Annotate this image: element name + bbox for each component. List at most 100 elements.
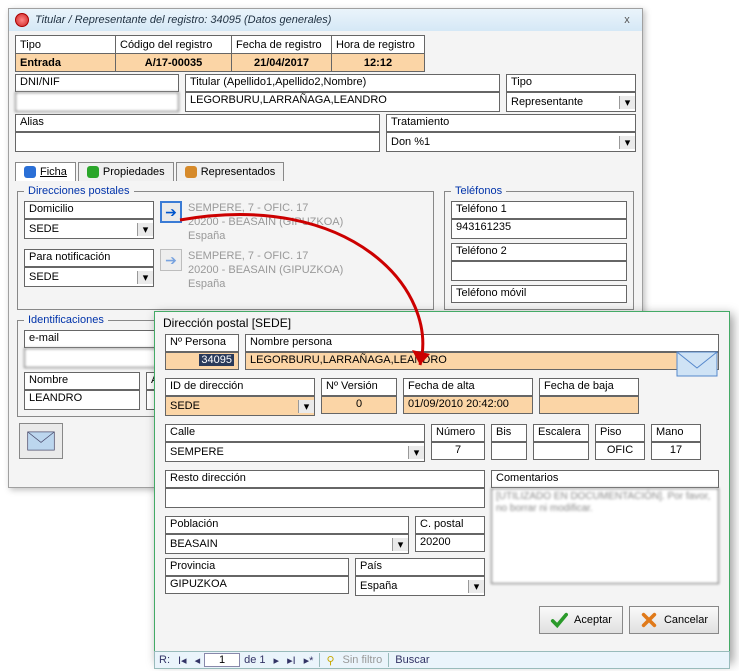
val-provincia[interactable]: GIPUZKOA [165,576,349,594]
tab-representados[interactable]: Representados [176,162,285,181]
val-escalera[interactable] [533,442,589,460]
check-icon [550,611,568,629]
hdr-numero: Número [431,424,485,442]
val-tel1[interactable]: 943161235 [451,219,627,239]
tab-propiedades[interactable]: Propiedades [78,162,174,181]
hdr-codigo: Código del registro [116,36,232,54]
val-tipo2: Representante [507,96,619,108]
chevron-down-icon: ▾ [408,446,424,459]
val-nombre[interactable]: LEANDRO [24,390,140,410]
val-comentarios[interactable]: [UTILIZADO EN DOCUMENTACIÓN]. Por favor,… [491,488,719,584]
chevron-down-icon[interactable]: ▾ [137,271,153,284]
dropdown-tratamiento[interactable]: Don %1 ▾ [386,132,636,152]
dropdown-calle[interactable]: SEMPERE▾ [165,442,425,462]
chevron-down-icon: ▾ [392,538,408,551]
hdr-cpostal: C. postal [415,516,485,534]
chevron-down-icon: ▾ [468,580,484,593]
nav-page-input[interactable] [204,653,240,667]
hdr-calle: Calle [165,424,425,442]
dropdown-pais[interactable]: España▾ [355,576,485,596]
val-mano[interactable]: 17 [651,442,701,460]
legend-direcciones: Direcciones postales [24,185,134,197]
mail-button[interactable] [19,423,63,459]
val-resto[interactable] [165,488,485,508]
val-tipo: Entrada [16,54,116,72]
hdr-npersona: Nº Persona [165,334,239,352]
hdr-email: e-mail [24,330,170,348]
tab-ficha[interactable]: Ficha [15,162,76,181]
hdr-movil: Teléfono móvil [451,285,627,303]
nav-new-icon[interactable]: ▸* [300,654,318,667]
dropdown-poblacion[interactable]: BEASAIN▾ [165,534,409,554]
val-npersona[interactable]: 34095 [165,352,239,370]
hdr-alias: Alias [15,114,380,132]
window-title: Titular / Representante del registro: 34… [35,14,618,26]
close-icon[interactable]: x [618,14,636,26]
val-tratamiento: Don %1 [387,136,619,148]
address-preview-2: SEMPERE, 7 - OFIC. 17 20200 - BEASAIN (G… [188,249,343,291]
hdr-falta: Fecha de alta [403,378,533,396]
val-codigo: A/17-00035 [116,54,232,72]
cancel-icon [640,611,658,629]
val-cpostal[interactable]: 20200 [415,534,485,552]
hdr-bis: Bis [491,424,527,442]
val-nombrepersona[interactable]: LEGORBURU,LARRAÑAGA,LEANDRO [245,352,719,370]
nav-last-icon[interactable]: ▸I [283,654,300,667]
dropdown-notificacion[interactable]: SEDE ▾ [24,267,154,287]
cancelar-button[interactable]: Cancelar [629,606,719,634]
nav-next-icon[interactable]: ▸ [270,654,284,667]
envelope-icon [27,431,55,451]
hdr-mano: Mano [651,424,701,442]
chevron-down-icon[interactable]: ▾ [137,223,153,236]
hdr-domicilio: Domicilio [24,201,154,219]
nav-filter-icon[interactable]: ⚲ [322,654,338,667]
val-bis[interactable] [491,442,527,460]
address-preview-1: SEMPERE, 7 - OFIC. 17 20200 - BEASAIN (G… [188,201,343,243]
dropdown-tipo[interactable]: Representante ▾ [506,92,636,112]
val-email[interactable] [24,348,170,368]
fieldset-telefonos: Teléfonos Teléfono 1 943161235 Teléfono … [444,185,634,310]
chevron-down-icon[interactable]: ▾ [619,136,635,149]
record-navigator: R: I◂ ◂ de 1 ▸ ▸I ▸* ⚲ Sin filtro Buscar [154,651,730,669]
goto-address-button[interactable]: ➔ [160,201,182,223]
aceptar-button[interactable]: Aceptar [539,606,623,634]
hdr-piso: Piso [595,424,645,442]
hdr-fbaja: Fecha de baja [539,378,639,396]
tab-strip: Ficha Propiedades Representados [15,162,636,181]
val-dni[interactable] [15,92,179,112]
val-titular[interactable]: LEGORBURU,LARRAÑAGA,LEANDRO [185,92,500,112]
val-tel2[interactable] [451,261,627,281]
val-nver[interactable]: 0 [321,396,397,414]
nav-prev-icon[interactable]: ◂ [191,654,205,667]
val-fbaja[interactable] [539,396,639,414]
nav-first-icon[interactable]: I◂ [174,654,191,667]
hdr-titular: Titular (Apellido1,Apellido2,Nombre) [185,74,500,92]
hdr-hora: Hora de registro [332,36,425,54]
propiedades-icon [87,166,99,178]
val-fecha: 21/04/2017 [232,54,332,72]
chevron-down-icon[interactable]: ▾ [619,96,635,109]
direccion-dialog: Dirección postal [SEDE] Nº Persona Nombr… [154,311,730,661]
fieldset-direcciones: Direcciones postales Domicilio SEDE ▾ ➔ … [17,185,434,310]
val-falta[interactable]: 01/09/2010 20:42:00 [403,396,533,414]
chevron-down-icon: ▾ [298,400,314,413]
legend-ident: Identificaciones [24,314,108,326]
hdr-notificacion: Para notificación [24,249,154,267]
val-numero[interactable]: 7 [431,442,485,460]
dropdown-domicilio[interactable]: SEDE ▾ [24,219,154,239]
ficha-icon [24,166,36,178]
hdr-dni: DNI/NIF [15,74,179,92]
goto-address-button-2[interactable]: ➔ [160,249,182,271]
hdr-nombre: Nombre [24,372,140,390]
dialog-title: Dirección postal [SEDE] [155,312,729,330]
val-piso[interactable]: OFIC [595,442,645,460]
nav-of: de 1 [240,654,269,666]
hdr-tel1: Teléfono 1 [451,201,627,219]
dropdown-iddir[interactable]: SEDE▾ [165,396,315,416]
val-alias[interactable] [15,132,380,152]
nav-sinfiltro[interactable]: Sin filtro [339,654,387,666]
val-hora: 12:12 [332,54,425,72]
nav-buscar[interactable]: Buscar [391,654,433,666]
hdr-tel2: Teléfono 2 [451,243,627,261]
hdr-escalera: Escalera [533,424,589,442]
